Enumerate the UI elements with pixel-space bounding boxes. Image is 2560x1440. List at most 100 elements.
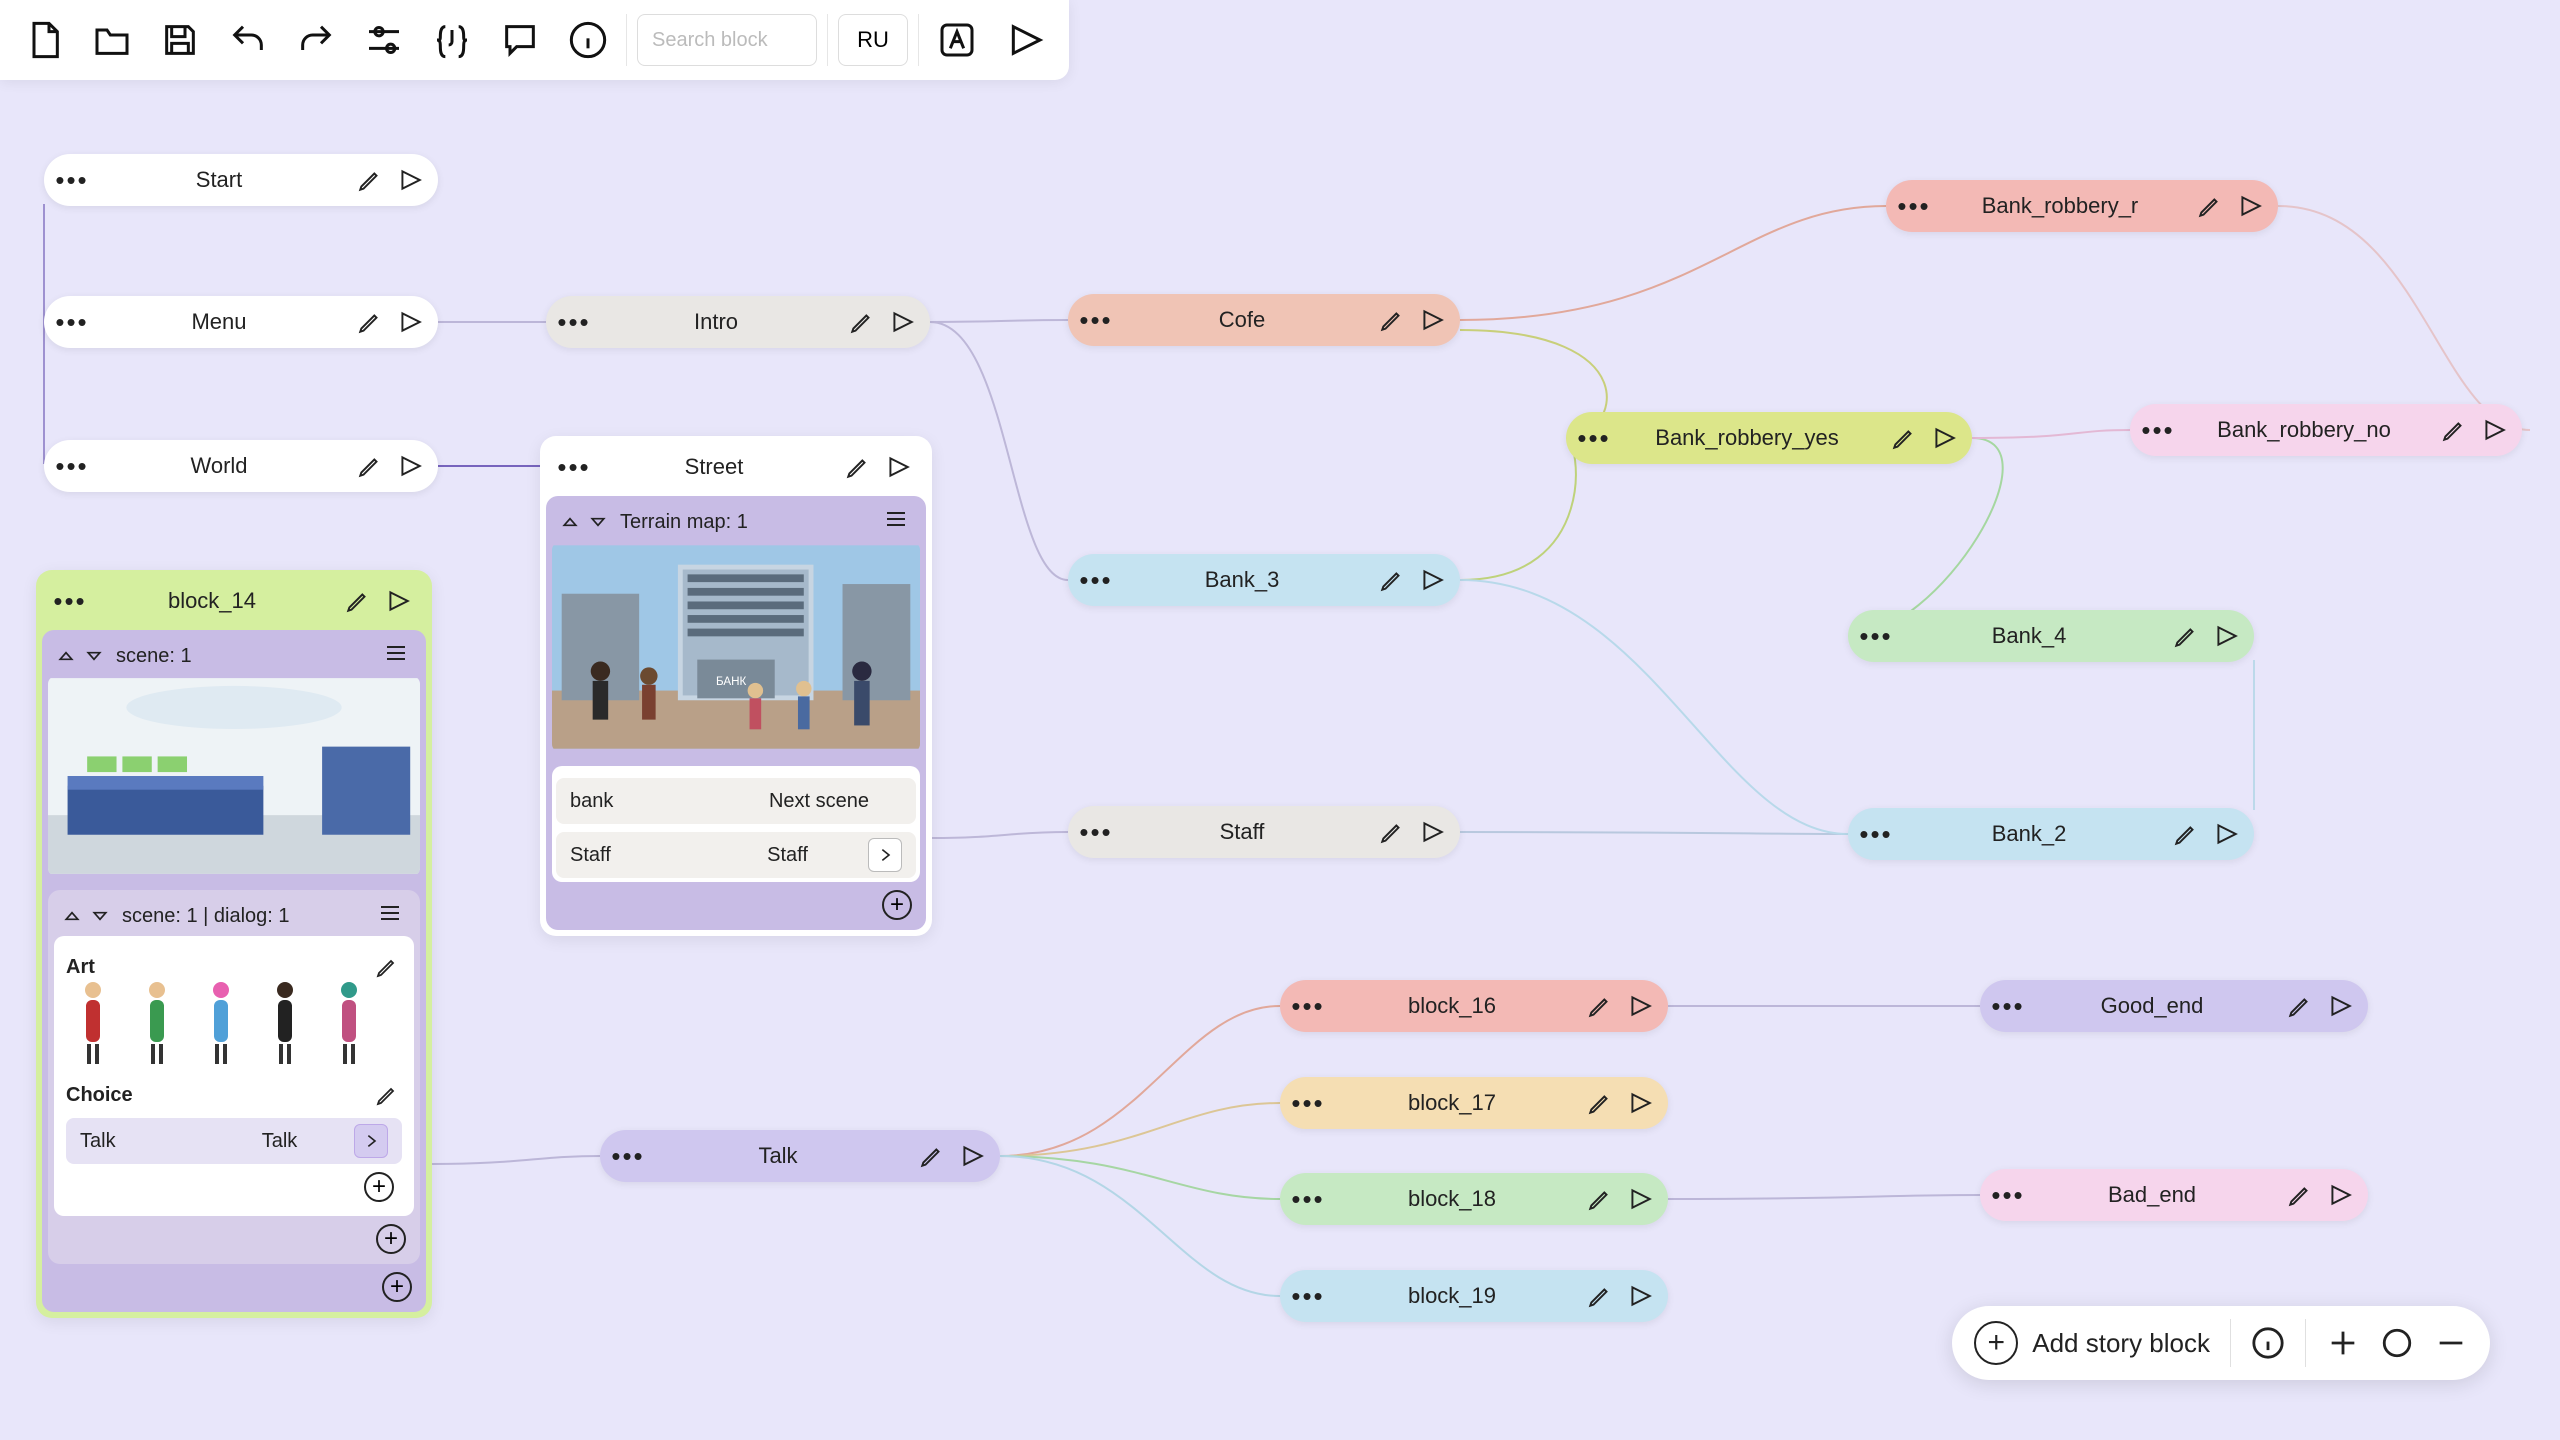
node-intro[interactable]: ••• Intro xyxy=(546,296,930,348)
edit-icon[interactable] xyxy=(1374,562,1410,598)
play-icon[interactable] xyxy=(1622,988,1658,1024)
save-icon[interactable] xyxy=(146,6,214,74)
collapse-down-icon[interactable] xyxy=(84,646,104,666)
node-bank3[interactable]: ••• Bank_3 xyxy=(1068,554,1460,606)
edit-icon[interactable] xyxy=(1582,1278,1618,1314)
terrain-row-staff[interactable]: Staff Staff xyxy=(556,832,916,878)
node-start[interactable]: ••• Start xyxy=(44,154,438,206)
node-good-end[interactable]: ••• Good_end xyxy=(1980,980,2368,1032)
add-choice-button[interactable]: + xyxy=(364,1172,394,1202)
edit-icon[interactable] xyxy=(2168,816,2204,852)
edit-icon[interactable] xyxy=(2282,1177,2318,1213)
open-folder-icon[interactable] xyxy=(78,6,146,74)
node-bank-robbery-r[interactable]: ••• Bank_robbery_r xyxy=(1886,180,2278,232)
play-icon[interactable] xyxy=(1414,562,1450,598)
play-icon[interactable] xyxy=(1414,302,1450,338)
scene-thumbnail[interactable] xyxy=(48,676,420,876)
edit-icon[interactable] xyxy=(840,449,876,485)
terrain-row-bank[interactable]: bank Next scene xyxy=(556,778,916,824)
hamburger-icon[interactable] xyxy=(378,901,406,931)
edit-icon[interactable] xyxy=(1582,1181,1618,1217)
zoom-out-button[interactable] xyxy=(2434,1326,2468,1360)
edit-icon[interactable] xyxy=(352,448,388,484)
collapse-up-icon[interactable] xyxy=(62,906,82,926)
language-selector[interactable]: RU xyxy=(838,14,908,66)
play-icon[interactable] xyxy=(880,449,916,485)
arrow-right-icon[interactable] xyxy=(868,838,902,872)
node-bank-robbery-yes[interactable]: ••• Bank_robbery_yes xyxy=(1566,412,1972,464)
edit-icon[interactable] xyxy=(340,583,376,619)
edit-icon[interactable] xyxy=(352,162,388,198)
info-button[interactable] xyxy=(2251,1326,2285,1360)
play-icon[interactable] xyxy=(2476,412,2512,448)
edit-icon[interactable] xyxy=(1886,420,1922,456)
node-block16[interactable]: ••• block_16 xyxy=(1280,980,1668,1032)
play-icon[interactable] xyxy=(392,448,428,484)
edit-icon[interactable] xyxy=(1582,988,1618,1024)
node-block19[interactable]: ••• block_19 xyxy=(1280,1270,1668,1322)
edit-icon[interactable] xyxy=(2282,988,2318,1024)
code-json-icon[interactable] xyxy=(418,6,486,74)
settings-sliders-icon[interactable] xyxy=(350,6,418,74)
play-icon[interactable] xyxy=(1622,1278,1658,1314)
node-world[interactable]: ••• World xyxy=(44,440,438,492)
zoom-in-button[interactable] xyxy=(2326,1326,2360,1360)
node-cofe[interactable]: ••• Cofe xyxy=(1068,294,1460,346)
edit-icon[interactable] xyxy=(1374,302,1410,338)
edit-icon[interactable] xyxy=(2436,412,2472,448)
node-menu[interactable]: ••• Menu xyxy=(44,296,438,348)
play-icon[interactable] xyxy=(392,304,428,340)
arrow-right-icon[interactable] xyxy=(354,1124,388,1158)
node-bank2[interactable]: ••• Bank_2 xyxy=(1848,808,2254,860)
edit-icon[interactable] xyxy=(844,304,880,340)
comment-icon[interactable] xyxy=(486,6,554,74)
edit-icon[interactable] xyxy=(2168,618,2204,654)
art-characters[interactable] xyxy=(66,982,402,1070)
add-dialog-button[interactable]: + xyxy=(376,1224,406,1254)
edit-icon[interactable] xyxy=(352,304,388,340)
node-talk[interactable]: ••• Talk xyxy=(600,1130,1000,1182)
edit-icon[interactable] xyxy=(1582,1085,1618,1121)
play-icon[interactable] xyxy=(884,304,920,340)
play-icon[interactable] xyxy=(2208,816,2244,852)
card-street[interactable]: ••• Street Terrain map: 1 БАНК xyxy=(540,436,932,936)
edit-icon[interactable] xyxy=(2192,188,2228,224)
search-input[interactable] xyxy=(637,14,817,66)
play-icon[interactable] xyxy=(2322,988,2358,1024)
node-staff[interactable]: ••• Staff xyxy=(1068,806,1460,858)
choice-row[interactable]: Talk Talk xyxy=(66,1118,402,1164)
edit-icon[interactable] xyxy=(1374,814,1410,850)
play-icon[interactable] xyxy=(1622,1085,1658,1121)
node-bank-robbery-no[interactable]: ••• Bank_robbery_no xyxy=(2130,404,2522,456)
play-icon[interactable] xyxy=(380,583,416,619)
node-block18[interactable]: ••• block_18 xyxy=(1280,1173,1668,1225)
terrain-thumbnail[interactable]: БАНК xyxy=(552,542,920,752)
run-icon[interactable] xyxy=(991,6,1059,74)
edit-icon[interactable] xyxy=(914,1138,950,1174)
play-icon[interactable] xyxy=(1926,420,1962,456)
hamburger-icon[interactable] xyxy=(884,507,912,537)
add-story-block-button[interactable]: + Add story block xyxy=(1974,1321,2210,1365)
add-scene-button[interactable]: + xyxy=(382,1272,412,1302)
play-icon[interactable] xyxy=(2232,188,2268,224)
collapse-down-icon[interactable] xyxy=(90,906,110,926)
hamburger-icon[interactable] xyxy=(384,641,412,671)
node-bad-end[interactable]: ••• Bad_end xyxy=(1980,1169,2368,1221)
add-row-button[interactable]: + xyxy=(882,890,912,920)
edit-icon[interactable] xyxy=(372,952,402,982)
play-icon[interactable] xyxy=(2208,618,2244,654)
play-icon[interactable] xyxy=(1414,814,1450,850)
new-file-icon[interactable] xyxy=(10,6,78,74)
play-icon[interactable] xyxy=(392,162,428,198)
play-icon[interactable] xyxy=(954,1138,990,1174)
typography-icon[interactable] xyxy=(923,6,991,74)
card-block14[interactable]: ••• block_14 scene: 1 scene: 1 | dialog:… xyxy=(36,570,432,1318)
undo-icon[interactable] xyxy=(214,6,282,74)
node-block17[interactable]: ••• block_17 xyxy=(1280,1077,1668,1129)
collapse-up-icon[interactable] xyxy=(560,512,580,532)
redo-icon[interactable] xyxy=(282,6,350,74)
collapse-down-icon[interactable] xyxy=(588,512,608,532)
zoom-reset-button[interactable] xyxy=(2380,1326,2414,1360)
play-icon[interactable] xyxy=(2322,1177,2358,1213)
play-icon[interactable] xyxy=(1622,1181,1658,1217)
